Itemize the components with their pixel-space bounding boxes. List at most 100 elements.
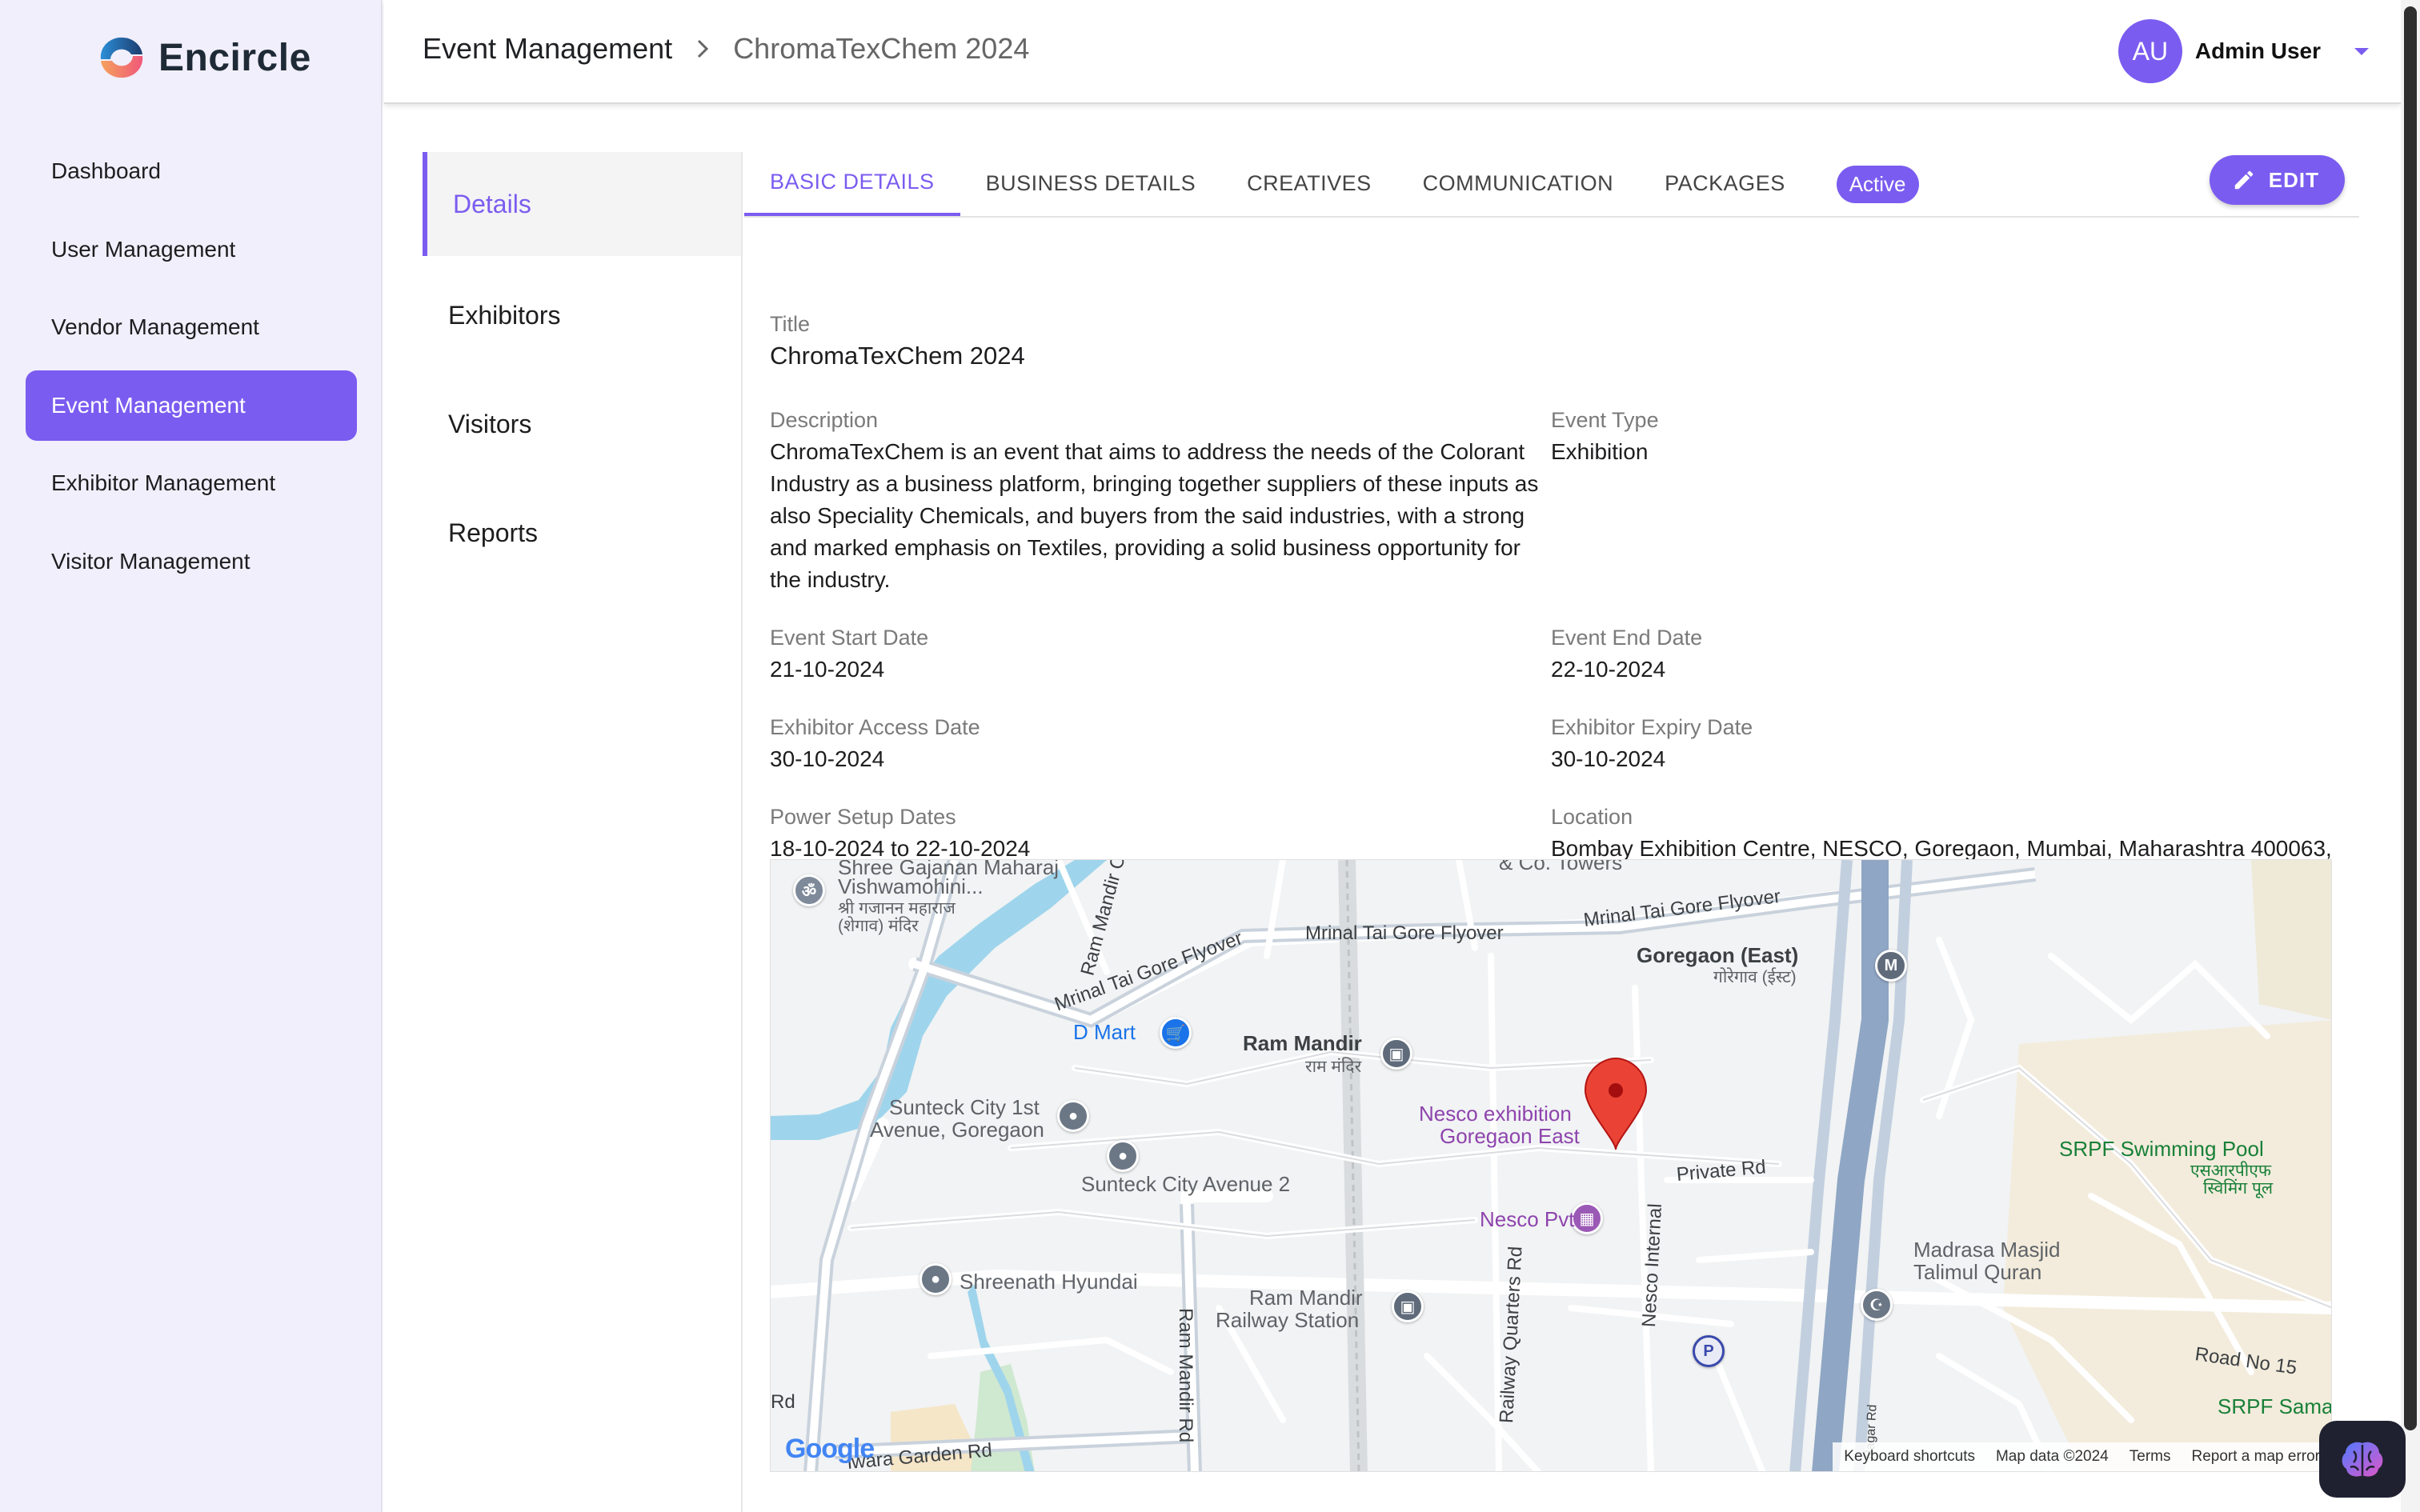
subnav-item-visitors[interactable]: Visitors — [423, 370, 741, 478]
map-base — [771, 860, 2331, 1471]
assistant-button[interactable] — [2319, 1421, 2406, 1498]
field-access-date: Exhibitor Access Date 30-10-2024 — [770, 715, 980, 775]
field-event-type: Event Type Exhibition — [1551, 408, 1659, 468]
subnav-item-exhibitors[interactable]: Exhibitors — [423, 261, 741, 370]
sidebar: Encircle Dashboard User Management Vendo… — [0, 0, 383, 1512]
report-map-error-link[interactable]: Report a map error — [2191, 1448, 2320, 1466]
sidebar-item-dashboard[interactable]: Dashboard — [26, 136, 357, 206]
sidebar-item-visitor-management[interactable]: Visitor Management — [26, 526, 357, 597]
map-label: Sunteck City Avenue 2 — [1081, 1172, 1291, 1196]
tab-basic-details[interactable]: BASIC DETAILS — [744, 150, 960, 216]
field-value: 22-10-2024 — [1551, 657, 1666, 682]
map-label: Ram Mandir — [1249, 1286, 1363, 1310]
field-label: Event Type — [1551, 408, 1659, 432]
field-value: Exhibition — [1551, 439, 1649, 464]
map-footer: Keyboard shortcuts Map data ©2024 Terms … — [1833, 1442, 2331, 1471]
user-menu[interactable]: AU Admin User — [2118, 19, 2369, 83]
tab-creatives[interactable]: CREATIVES — [1221, 150, 1397, 216]
field-label: Location — [1551, 805, 1633, 829]
keyboard-shortcuts-link[interactable]: Keyboard shortcuts — [1844, 1448, 1975, 1466]
road-label: Ram Mandir Rd — [1175, 1308, 1196, 1443]
chevron-down-icon[interactable] — [2354, 47, 2369, 55]
metro-station-icon[interactable]: M — [1875, 950, 1907, 982]
sidebar-item-user-management[interactable]: User Management — [26, 214, 357, 285]
field-label: Title — [770, 312, 811, 336]
sidebar-item-exhibitor-management[interactable]: Exhibitor Management — [26, 448, 357, 518]
field-label: Event Start Date — [770, 626, 929, 650]
page-scrollbar[interactable] — [2401, 0, 2420, 1512]
event-subnav: Details Exhibitors Visitors Reports — [423, 152, 743, 1512]
map-data-text: Map data ©2024 — [1995, 1448, 2109, 1465]
user-name[interactable]: Admin User — [2195, 38, 2321, 64]
train-station-icon[interactable]: ▣ — [1392, 1290, 1424, 1322]
map-label: स्विमिंग पूल — [2203, 1179, 2274, 1198]
temple-poi-icon[interactable]: ॐ — [793, 874, 825, 906]
sidebar-item-vendor-management[interactable]: Vendor Management — [26, 292, 357, 362]
map-label: Goregaon East — [1440, 1124, 1580, 1148]
tab-packages[interactable]: PACKAGES — [1639, 150, 1811, 216]
subnav-item-reports[interactable]: Reports — [423, 478, 741, 587]
tab-business-details[interactable]: BUSINESS DETAILS — [960, 150, 1222, 216]
place-marker-icon[interactable]: ● — [920, 1263, 952, 1295]
location-map[interactable]: ॐ 🛒 ▣ ● ● ▦ ● M ☪ ● ▣ P Shree Gajanan Ma… — [770, 859, 2332, 1472]
map-label: SRPF Swimming Pool — [2059, 1137, 2264, 1161]
encircle-logo-icon — [100, 37, 143, 78]
map-label: (शेगाव) मंदिर — [838, 917, 919, 935]
map-label: Nesco Pvt — [1480, 1207, 1575, 1231]
mosque-poi-icon[interactable]: ☪ — [1861, 1289, 1893, 1321]
map-label: SRPF Sama — [2218, 1394, 2332, 1418]
place-marker-icon[interactable]: ● — [1057, 1100, 1089, 1132]
shopping-cart-icon[interactable]: 🛒 — [1160, 1017, 1192, 1049]
road-label: Rd — [771, 1391, 795, 1413]
field-label: Description — [770, 408, 879, 432]
sidebar-item-event-management[interactable]: Event Management — [26, 370, 357, 441]
field-value: ChromaTexChem is an event that aims to a… — [770, 439, 1539, 592]
brain-icon — [2342, 1442, 2383, 1477]
map-label: Sunteck City 1st — [889, 1095, 1040, 1119]
field-title: Title ChromaTexChem 2024 — [770, 312, 1025, 372]
avatar[interactable]: AU — [2118, 19, 2182, 83]
map-label: Railway Station — [1216, 1308, 1360, 1332]
parking-icon[interactable]: P — [1693, 1335, 1725, 1367]
map-label: गोरेगाव (ईस्ट) — [1713, 968, 1797, 986]
map-label: Madrasa Masjid — [1913, 1238, 2061, 1262]
terms-link[interactable]: Terms — [2130, 1448, 2171, 1466]
subnav-item-details[interactable]: Details — [423, 152, 741, 256]
field-value: 30-10-2024 — [1551, 746, 1666, 771]
edit-button-label: EDIT — [2268, 167, 2319, 192]
road-label: Mrinal Tai Gore Flyover — [1305, 922, 1504, 944]
building-poi-icon[interactable]: ▦ — [1571, 1202, 1603, 1234]
map-label: Goregaon (East) — [1637, 943, 1799, 967]
sidebar-nav: Dashboard User Management Vendor Managem… — [26, 136, 357, 604]
status-badge: Active — [1836, 165, 1919, 203]
map-label: Ram Mandir — [1243, 1031, 1362, 1055]
train-station-icon[interactable]: ▣ — [1380, 1038, 1412, 1070]
edit-button[interactable]: EDIT — [2209, 155, 2345, 205]
field-description: Description ChromaTexChem is an event th… — [770, 408, 1554, 596]
google-logo-text: Google — [785, 1434, 875, 1464]
field-label: Exhibitor Access Date — [770, 715, 980, 739]
field-label: Event End Date — [1551, 626, 1703, 650]
app-logo[interactable]: Encircle — [96, 35, 311, 80]
field-value: 21-10-2024 — [770, 657, 885, 682]
place-marker-icon[interactable]: ● — [1107, 1140, 1139, 1172]
field-expiry-date: Exhibitor Expiry Date 30-10-2024 — [1551, 715, 1753, 775]
map-label: Vishwamohini... — [838, 874, 984, 898]
google-logo[interactable]: Google — [785, 1434, 875, 1465]
map-label: Shreenath Hyundai — [960, 1270, 1138, 1294]
field-start-date: Event Start Date 21-10-2024 — [770, 626, 928, 686]
breadcrumb-current: ChromaTexChem 2024 — [733, 32, 1030, 65]
tab-communication[interactable]: COMMUNICATION — [1397, 150, 1639, 216]
map-label: Nesco exhibition — [1419, 1102, 1572, 1126]
map-label: D Mart — [1073, 1020, 1136, 1044]
chevron-right-icon — [698, 39, 709, 58]
scrollbar-thumb[interactable] — [2404, 6, 2417, 1430]
event-details-panel: BASIC DETAILS BUSINESS DETAILS CREATIVES… — [744, 150, 2359, 893]
map-label: Avenue, Goregaon — [870, 1118, 1044, 1142]
field-value: 30-10-2024 — [770, 746, 885, 771]
breadcrumb-section[interactable]: Event Management — [423, 32, 672, 66]
app-name: Encircle — [158, 36, 311, 79]
field-end-date: Event End Date 22-10-2024 — [1551, 626, 1702, 686]
field-label: Power Setup Dates — [770, 805, 956, 829]
map-label: राम मंदिर — [1305, 1058, 1362, 1076]
